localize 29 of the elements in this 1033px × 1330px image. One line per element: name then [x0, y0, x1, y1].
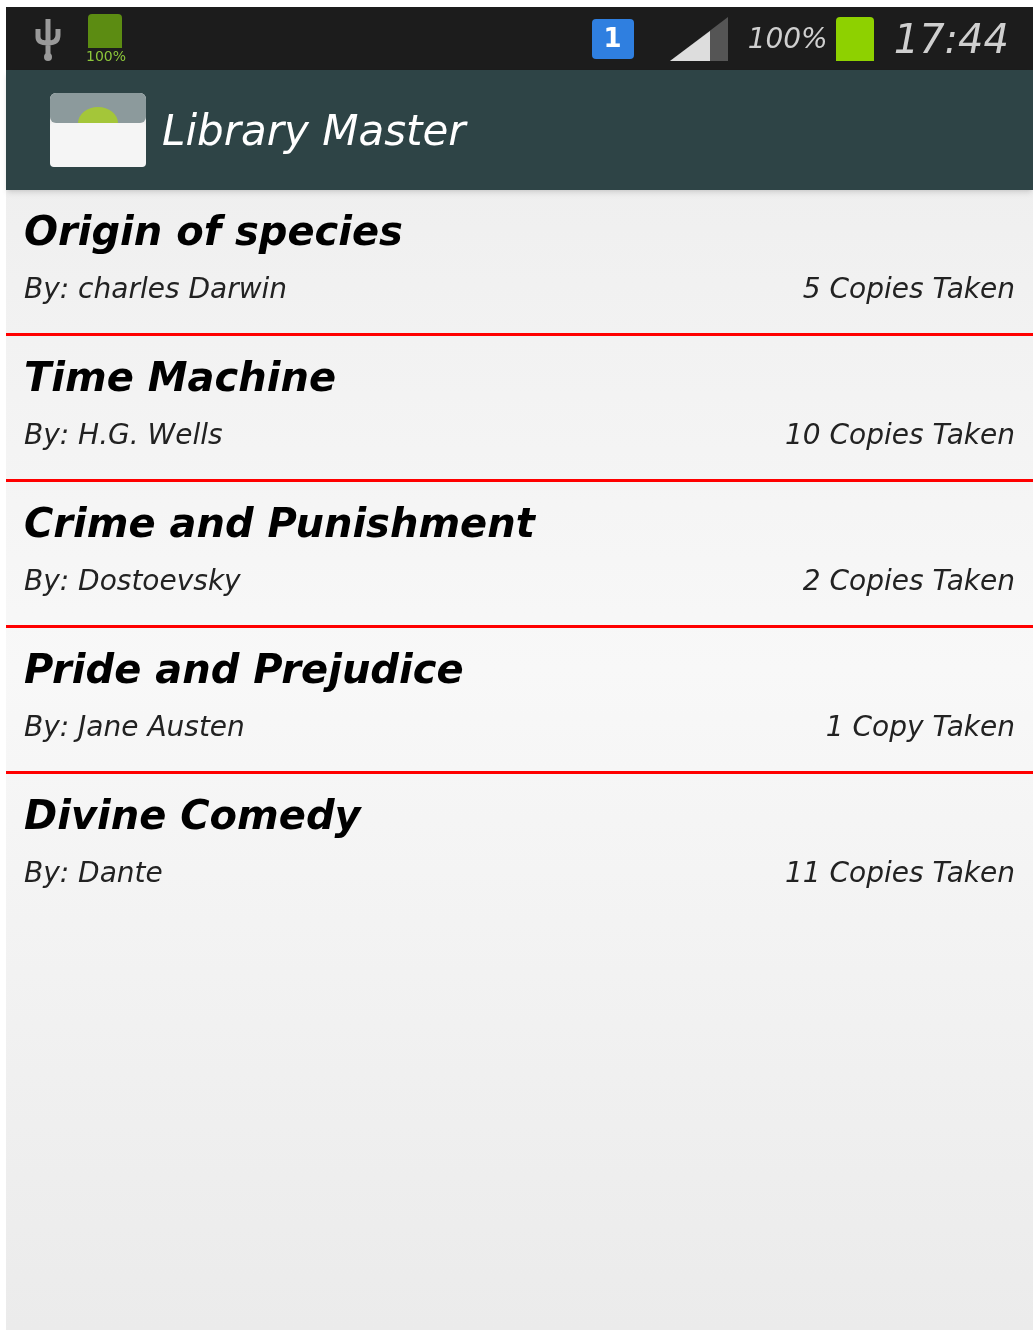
app-title: Library Master: [162, 104, 466, 157]
book-author: By: Jane Austen: [24, 709, 245, 745]
copies-taken: 11 Copies Taken: [785, 855, 1015, 891]
book-title: Time Machine: [24, 353, 338, 402]
copies-taken: 10 Copies Taken: [785, 417, 1015, 453]
book-list-item[interactable]: Origin of species By: charles Darwin 5 Copies Taken: [6, 190, 1033, 336]
book-title: Pride and Prejudice: [24, 645, 465, 694]
battery-level-text: 100%: [86, 48, 127, 63]
copies-taken: 1 Copy Taken: [825, 709, 1015, 745]
battery-icon: [88, 13, 122, 48]
book-list-item[interactable]: Time Machine By: H.G. Wells 10 Copies Taken: [6, 336, 1033, 482]
battery-percent: 100%: [747, 20, 828, 57]
copies-taken: 5 Copies Taken: [802, 271, 1015, 307]
battery-icon: [835, 16, 874, 61]
book-list-item[interactable]: Divine Comedy By: Dante 11 Copies Taken: [6, 774, 1033, 920]
book-title: Crime and Punishment: [24, 499, 537, 548]
book-list-item[interactable]: Pride and Prejudice By: Jane Austen 1 Copy Taken: [6, 628, 1033, 774]
book-author: By: H.G. Wells: [24, 417, 223, 453]
book-author: By: charles Darwin: [24, 271, 288, 307]
android-app-icon: [50, 93, 146, 167]
signal-icon: [669, 16, 728, 61]
book-title: Divine Comedy: [24, 791, 363, 840]
book-title: Origin of species: [24, 207, 404, 256]
notification-badge: 1: [591, 18, 634, 59]
clock: 17:44: [893, 14, 1009, 64]
book-author: By: Dante: [24, 855, 163, 891]
book-author: By: Dostoevsky: [24, 563, 241, 599]
copies-taken: 2 Copies Taken: [802, 563, 1015, 599]
book-list-item[interactable]: Crime and Punishment By: Dostoevsky 2 Copies Taken: [6, 482, 1033, 628]
